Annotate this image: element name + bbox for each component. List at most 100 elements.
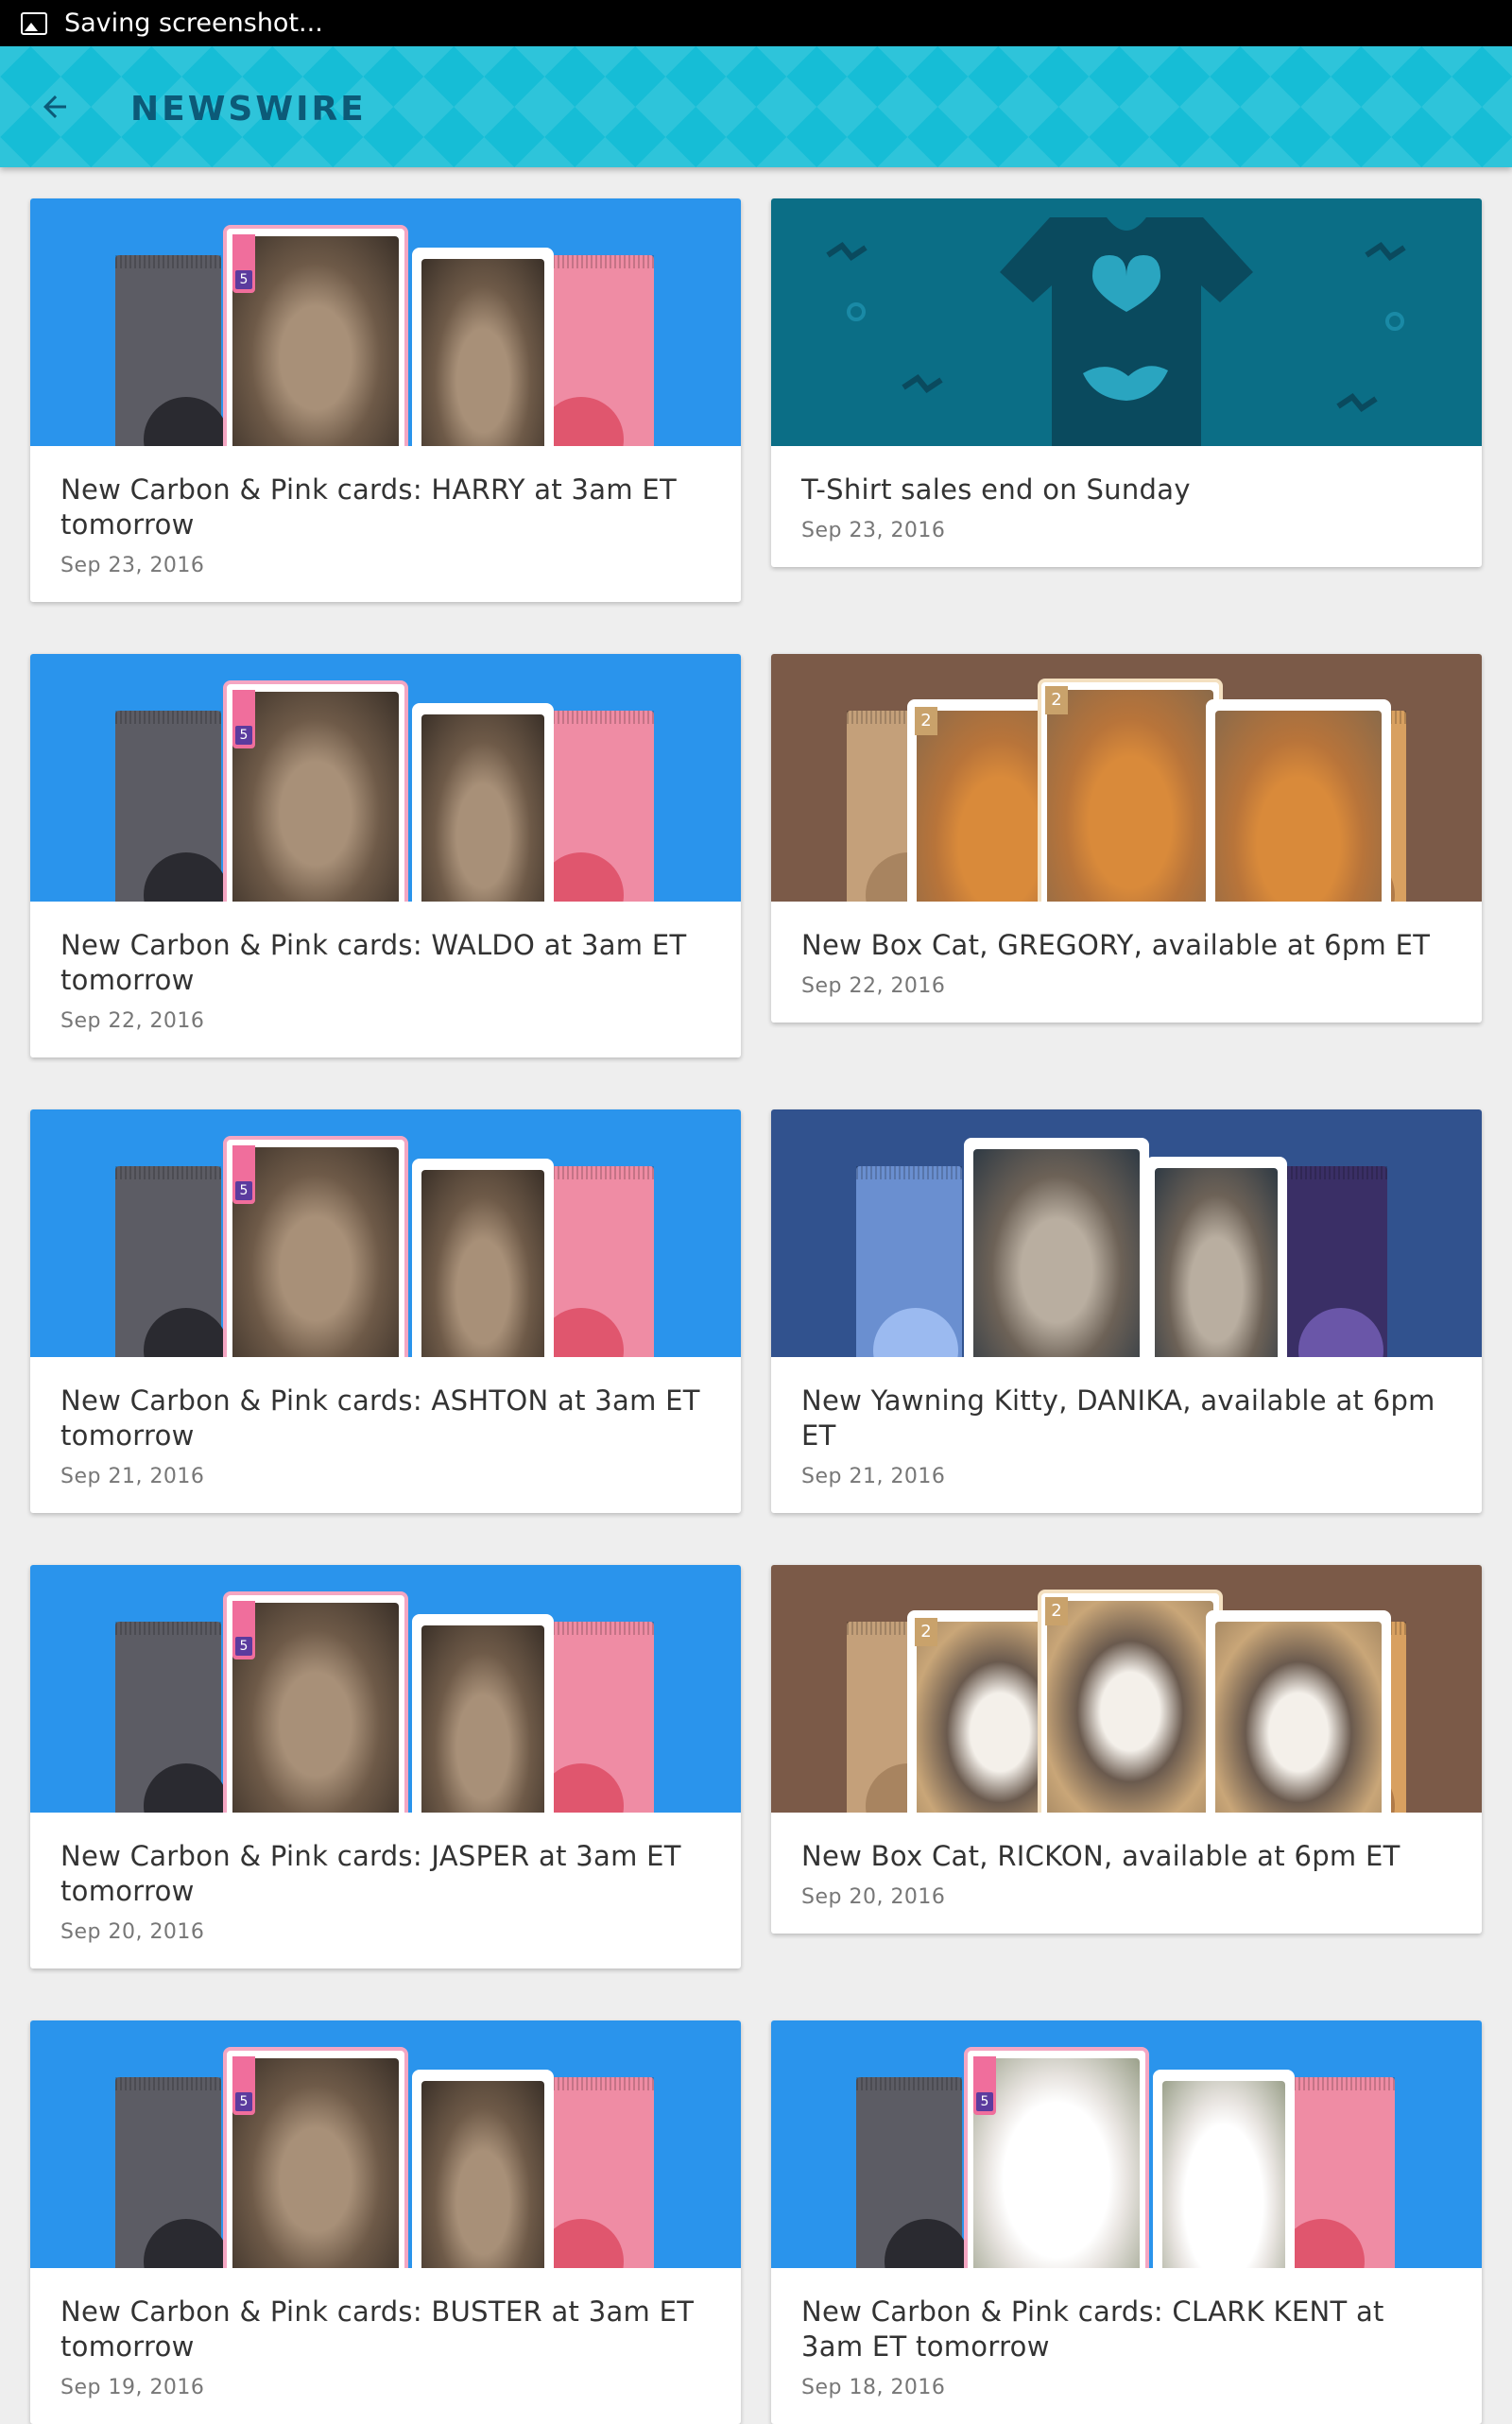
- news-title: New Box Cat, RICKON, available at 6pm ET: [801, 1840, 1400, 1872]
- news-title: New Carbon & Pink cards: HARRY at 3am ET…: [60, 473, 678, 541]
- news-date: Sep 22, 2016: [801, 974, 946, 998]
- news-image: 5: [771, 2020, 1482, 2268]
- card-pack: [115, 1166, 229, 1357]
- news-title: New Carbon & Pink cards: WALDO at 3am ET…: [60, 929, 687, 996]
- news-text: New Carbon & Pink cards: ASHTON at 3am E…: [30, 1357, 741, 1513]
- card-pack: [115, 2077, 229, 2268]
- card-pack: [539, 1622, 654, 1813]
- news-text: New Box Cat, GREGORY, available at 6pm E…: [771, 902, 1482, 1023]
- news-card[interactable]: 5 New Carbon & Pink cards: BUSTER at 3am …: [30, 2020, 741, 2424]
- cat-card: [1206, 1610, 1391, 1813]
- cat-card: 5: [223, 680, 408, 902]
- cat-card: [1153, 2070, 1295, 2268]
- cat-card: [412, 1614, 554, 1813]
- cat-card: [964, 1138, 1149, 1357]
- news-date: Sep 22, 2016: [60, 1009, 205, 1033]
- news-title: New Carbon & Pink cards: CLARK KENT at 3…: [801, 2295, 1384, 2363]
- news-date: Sep 23, 2016: [60, 554, 205, 577]
- card-pack: [539, 255, 654, 446]
- news-date: Sep 18, 2016: [801, 2376, 946, 2399]
- page-title: NEWSWIRE: [130, 90, 367, 129]
- news-title: New Carbon & Pink cards: BUSTER at 3am E…: [60, 2295, 695, 2363]
- news-title: New Carbon & Pink cards: ASHTON at 3am E…: [60, 1384, 700, 1452]
- vol-badge: 5: [973, 2056, 996, 2115]
- status-bar: Saving screenshot...: [0, 0, 1512, 46]
- card-number-badge: 2: [1045, 686, 1068, 714]
- card-pack: [856, 2077, 970, 2268]
- news-image: 5: [30, 1109, 741, 1357]
- news-card[interactable]: 5 New Carbon & Pink cards: WALDO at 3am E…: [30, 654, 741, 1057]
- back-button[interactable]: [28, 80, 81, 133]
- vol-badge: 5: [232, 690, 255, 748]
- card-pack: [115, 711, 229, 902]
- news-date: Sep 23, 2016: [801, 519, 946, 542]
- card-pack: [856, 1166, 962, 1357]
- news-card[interactable]: 2 2 New Box Cat, GREGORY, available at 6pm…: [771, 654, 1482, 1023]
- news-card[interactable]: New Yawning Kitty, DANIKA, available at …: [771, 1109, 1482, 1513]
- cat-card: [1206, 699, 1391, 902]
- vol-badge: 5: [232, 1145, 255, 1204]
- news-image: 5: [30, 654, 741, 902]
- cat-card: [412, 248, 554, 446]
- card-pack: [115, 255, 229, 446]
- vol-badge: 5: [232, 234, 255, 293]
- news-date: Sep 20, 2016: [801, 1885, 946, 1909]
- news-image: [771, 1109, 1482, 1357]
- news-text: T-Shirt sales end on Sunday Sep 23, 2016: [771, 446, 1482, 567]
- news-image: 22: [771, 654, 1482, 902]
- news-date: Sep 19, 2016: [60, 2376, 205, 2399]
- card-pack: [1281, 1166, 1387, 1357]
- status-text: Saving screenshot...: [64, 9, 323, 38]
- news-image: 5: [30, 198, 741, 446]
- cat-card: 5: [223, 225, 408, 446]
- cat-card: [412, 1159, 554, 1357]
- card-pack: [539, 1166, 654, 1357]
- card-pack: [539, 2077, 654, 2268]
- news-title: T-Shirt sales end on Sunday: [801, 473, 1191, 506]
- cat-card: [1145, 1157, 1287, 1357]
- news-text: New Carbon & Pink cards: JASPER at 3am E…: [30, 1813, 741, 1968]
- cat-card: 5: [964, 2047, 1149, 2268]
- news-text: New Yawning Kitty, DANIKA, available at …: [771, 1357, 1482, 1513]
- cat-card: 5: [223, 2047, 408, 2268]
- cat-card: [412, 2070, 554, 2268]
- news-text: New Carbon & Pink cards: HARRY at 3am ET…: [30, 446, 741, 602]
- card-number-badge: 2: [915, 707, 937, 735]
- card-number-badge: 2: [915, 1618, 937, 1646]
- news-image: 5: [30, 1565, 741, 1813]
- cat-card: 2: [1038, 1590, 1223, 1813]
- news-title: New Carbon & Pink cards: JASPER at 3am E…: [60, 1840, 681, 1907]
- news-text: New Carbon & Pink cards: BUSTER at 3am E…: [30, 2268, 741, 2424]
- card-number-badge: 2: [1045, 1597, 1068, 1625]
- vol-badge: 5: [232, 1601, 255, 1659]
- arrow-left-icon: [43, 95, 66, 118]
- vol-badge: 5: [232, 2056, 255, 2115]
- app-bar: NEWSWIRE: [0, 46, 1512, 167]
- news-date: Sep 21, 2016: [60, 1465, 205, 1488]
- news-text: New Box Cat, RICKON, available at 6pm ET…: [771, 1813, 1482, 1934]
- cat-card: 5: [223, 1136, 408, 1357]
- news-title: New Box Cat, GREGORY, available at 6pm E…: [801, 929, 1431, 961]
- cat-card: 2: [1038, 679, 1223, 902]
- news-card[interactable]: 2 2 New Box Cat, RICKON, available at 6pm …: [771, 1565, 1482, 1934]
- news-card[interactable]: 5 New Carbon & Pink cards: JASPER at 3am …: [30, 1565, 741, 1968]
- news-card[interactable]: 5 New Carbon & Pink cards: ASHTON at 3am …: [30, 1109, 741, 1513]
- cat-card: 5: [223, 1591, 408, 1813]
- news-date: Sep 21, 2016: [801, 1465, 946, 1488]
- news-title: New Yawning Kitty, DANIKA, available at …: [801, 1384, 1435, 1452]
- card-pack: [1280, 2077, 1395, 2268]
- news-image: 5: [30, 2020, 741, 2268]
- news-date: Sep 20, 2016: [60, 1920, 205, 1944]
- news-card[interactable]: 5 New Carbon & Pink cards: HARRY at 3am E…: [30, 198, 741, 602]
- news-image: 22: [771, 1565, 1482, 1813]
- image-icon: [21, 11, 47, 35]
- tshirt-icon: [826, 217, 1406, 446]
- card-pack: [115, 1622, 229, 1813]
- news-image: [771, 198, 1482, 446]
- news-card[interactable]: 5 New Carbon & Pink cards: CLARK KENT at …: [771, 2020, 1482, 2424]
- news-card[interactable]: T-Shirt sales end on Sunday Sep 23, 2016: [771, 198, 1482, 567]
- news-text: New Carbon & Pink cards: WALDO at 3am ET…: [30, 902, 741, 1057]
- news-text: New Carbon & Pink cards: CLARK KENT at 3…: [771, 2268, 1482, 2424]
- card-pack: [539, 711, 654, 902]
- cat-card: [412, 703, 554, 902]
